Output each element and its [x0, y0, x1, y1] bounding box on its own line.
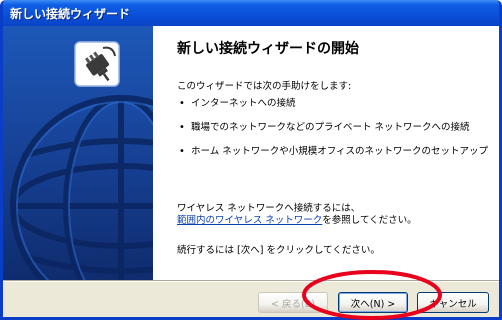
intro-text: このウィザードでは次の手助けをします:: [177, 81, 352, 92]
list-item: 職場でのネットワークなどのプライベート ネットワークへの接続: [177, 122, 497, 146]
wizard-window: 新しい接続ウィザード 新しい接続ウィザードの開始 このウィザードでは次の手助けを…: [0, 0, 502, 320]
footer-divider: [3, 280, 499, 282]
title-bar[interactable]: 新しい接続ウィザード: [3, 0, 499, 26]
left-panel: [3, 26, 153, 280]
continue-instruction: 続行するには [次へ] をクリックしてください。: [177, 245, 380, 256]
list-item: ホーム ネットワークや小規模オフィスのネットワークのセットアップ: [177, 146, 497, 170]
feature-list: インターネットへの接続 職場でのネットワークなどのプライベート ネットワークへの…: [177, 98, 497, 170]
back-button[interactable]: < 戻る(B): [258, 292, 328, 313]
page-heading: 新しい接続ウィザードの開始: [177, 41, 359, 57]
wireless-line: 範囲内のワイヤレス ネットワークを参照してください。: [177, 212, 417, 226]
content-panel: 新しい接続ウィザードの開始 このウィザードでは次の手助けをします: インターネッ…: [153, 26, 499, 280]
window-title: 新しい接続ウィザード: [10, 7, 131, 21]
wireless-suffix-text: を参照してください。: [322, 215, 417, 226]
next-button[interactable]: 次へ(N) >: [338, 292, 408, 313]
list-item: インターネットへの接続: [177, 98, 497, 122]
wireless-networks-link[interactable]: 範囲内のワイヤレス ネットワーク: [177, 215, 322, 226]
network-connection-plug-icon: [73, 40, 121, 88]
cancel-button[interactable]: キャンセル: [417, 292, 489, 313]
